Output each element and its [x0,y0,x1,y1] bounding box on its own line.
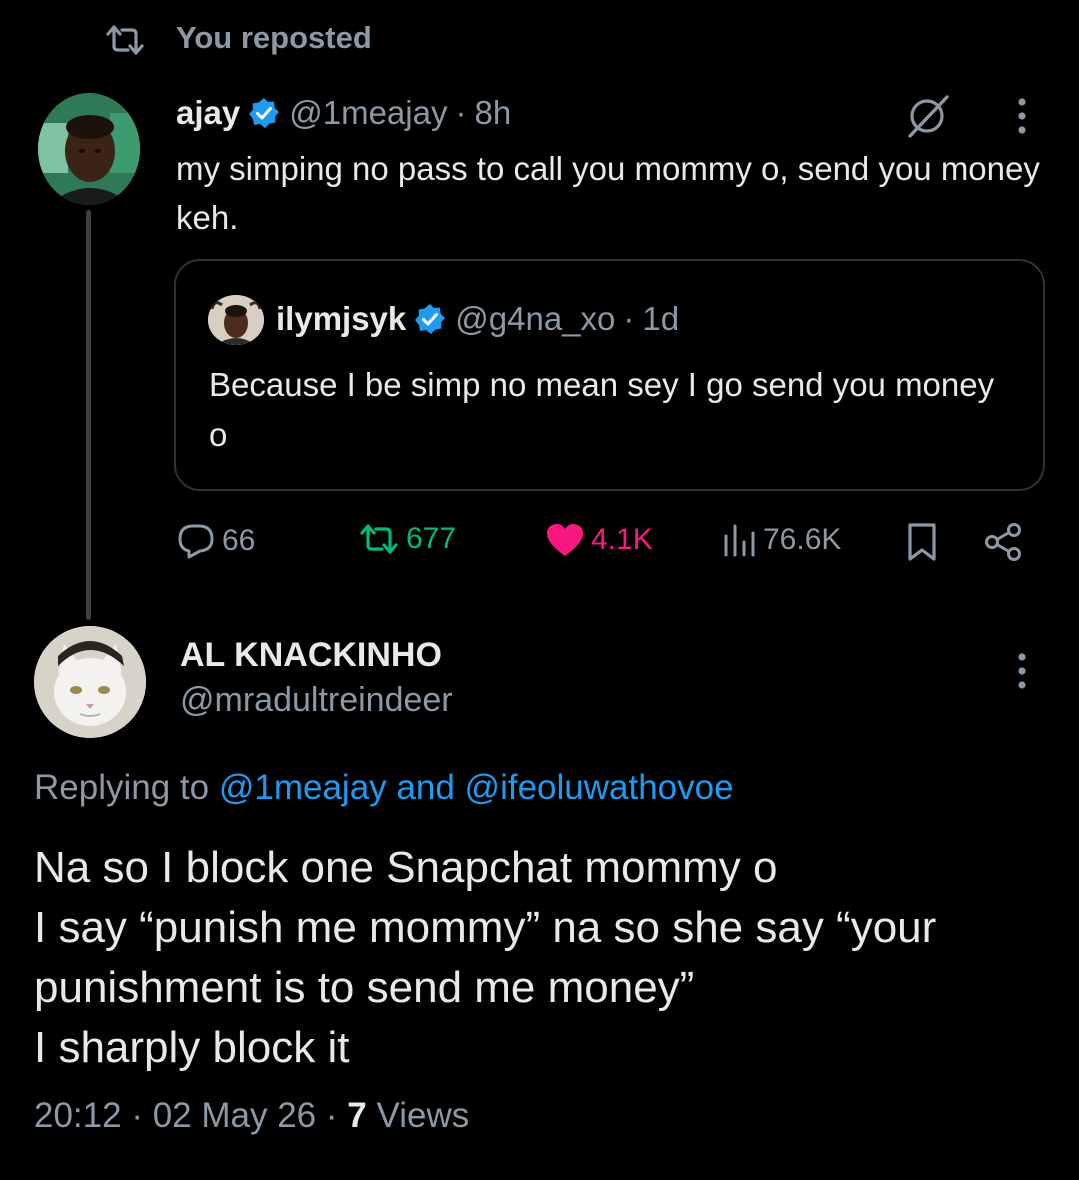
quoted-author-handle[interactable]: @g4na_xo [455,300,615,338]
bookmark-button[interactable] [905,522,939,562]
tweet-text: my simping no pass to call you mommy o, … [176,150,1040,236]
reply-text-line: I say “punish me mommy” na so she say “y… [34,903,937,952]
repost-button[interactable]: 677 [358,522,456,556]
quoted-author-avatar[interactable] [208,295,264,345]
header-separator: · [455,94,467,131]
repost-icon [358,523,400,555]
quoted-tweet-header: ilymjsyk @g4na_xo · 1d [276,296,679,342]
bookmark-icon [905,522,939,562]
views-button[interactable]: 76.6K [721,522,841,558]
verified-badge-icon [414,303,446,335]
view-count: 76.6K [763,523,842,556]
reply-date[interactable]: 02 May 26 [153,1096,316,1135]
quoted-tweet-text: Because I be simp no mean sey I go send … [209,366,995,453]
repost-icon [104,24,146,56]
mention-link[interactable]: @ifeoluwathovoe [465,768,734,807]
reply-icon [176,522,216,560]
meta-separator: · [325,1096,338,1135]
reply-count: 66 [222,524,256,557]
reply-text-line: Na so I block one Snapchat mommy o [34,843,778,892]
reply-text-line: I sharply block it [34,1023,350,1072]
reply-button[interactable]: 66 [176,522,255,560]
mention-link[interactable]: @1meajay [219,768,387,807]
tweet-time[interactable]: 8h [474,94,511,132]
ajay-avatar[interactable] [38,93,140,205]
author-display-name[interactable]: ajay [176,94,240,132]
view-count: 7 [347,1096,367,1135]
replying-to-joiner: and [396,768,455,807]
reply-meta-line: 20:12 · 02 May 26 · 7 Views [34,1096,469,1136]
views-label: Views [376,1096,470,1135]
repost-count: 677 [406,522,457,555]
replying-to-label: Replying to [34,768,210,807]
reply-text: Na so I block one Snapchat mommy o I say… [34,838,1054,1078]
quoted-tweet-time[interactable]: 1d [642,300,679,338]
more-options-icon[interactable] [1016,651,1028,691]
more-options-icon[interactable] [1016,96,1028,136]
meta-separator: · [131,1096,143,1135]
grok-icon[interactable] [903,92,951,140]
author-handle[interactable]: @1meajay [289,94,447,132]
quoted-author-display-name[interactable]: ilymjsyk [276,300,406,338]
reply-text-line: punishment is to send me money” [34,963,695,1012]
reply-time[interactable]: 20:12 [34,1096,122,1135]
like-count: 4.1K [591,523,653,556]
reply-author-avatar[interactable] [34,626,146,738]
share-button[interactable] [983,522,1023,562]
share-icon [983,522,1023,562]
heart-icon [545,522,585,558]
like-button[interactable]: 4.1K [545,522,653,558]
views-icon [721,522,757,558]
verified-badge-icon [248,97,280,129]
replying-to-line: Replying to @1meajay and @ifeoluwathovoe [34,768,734,808]
quoted-header-separator: · [623,300,635,337]
repost-banner-label: You reposted [176,20,372,55]
thread-connector-line [86,210,91,620]
reply-author-display-name[interactable]: AL KNACKINHO [180,636,442,675]
tweet-header: ajay @1meajay · 8h [176,90,511,136]
reply-author-handle[interactable]: @mradultreindeer [180,681,453,720]
